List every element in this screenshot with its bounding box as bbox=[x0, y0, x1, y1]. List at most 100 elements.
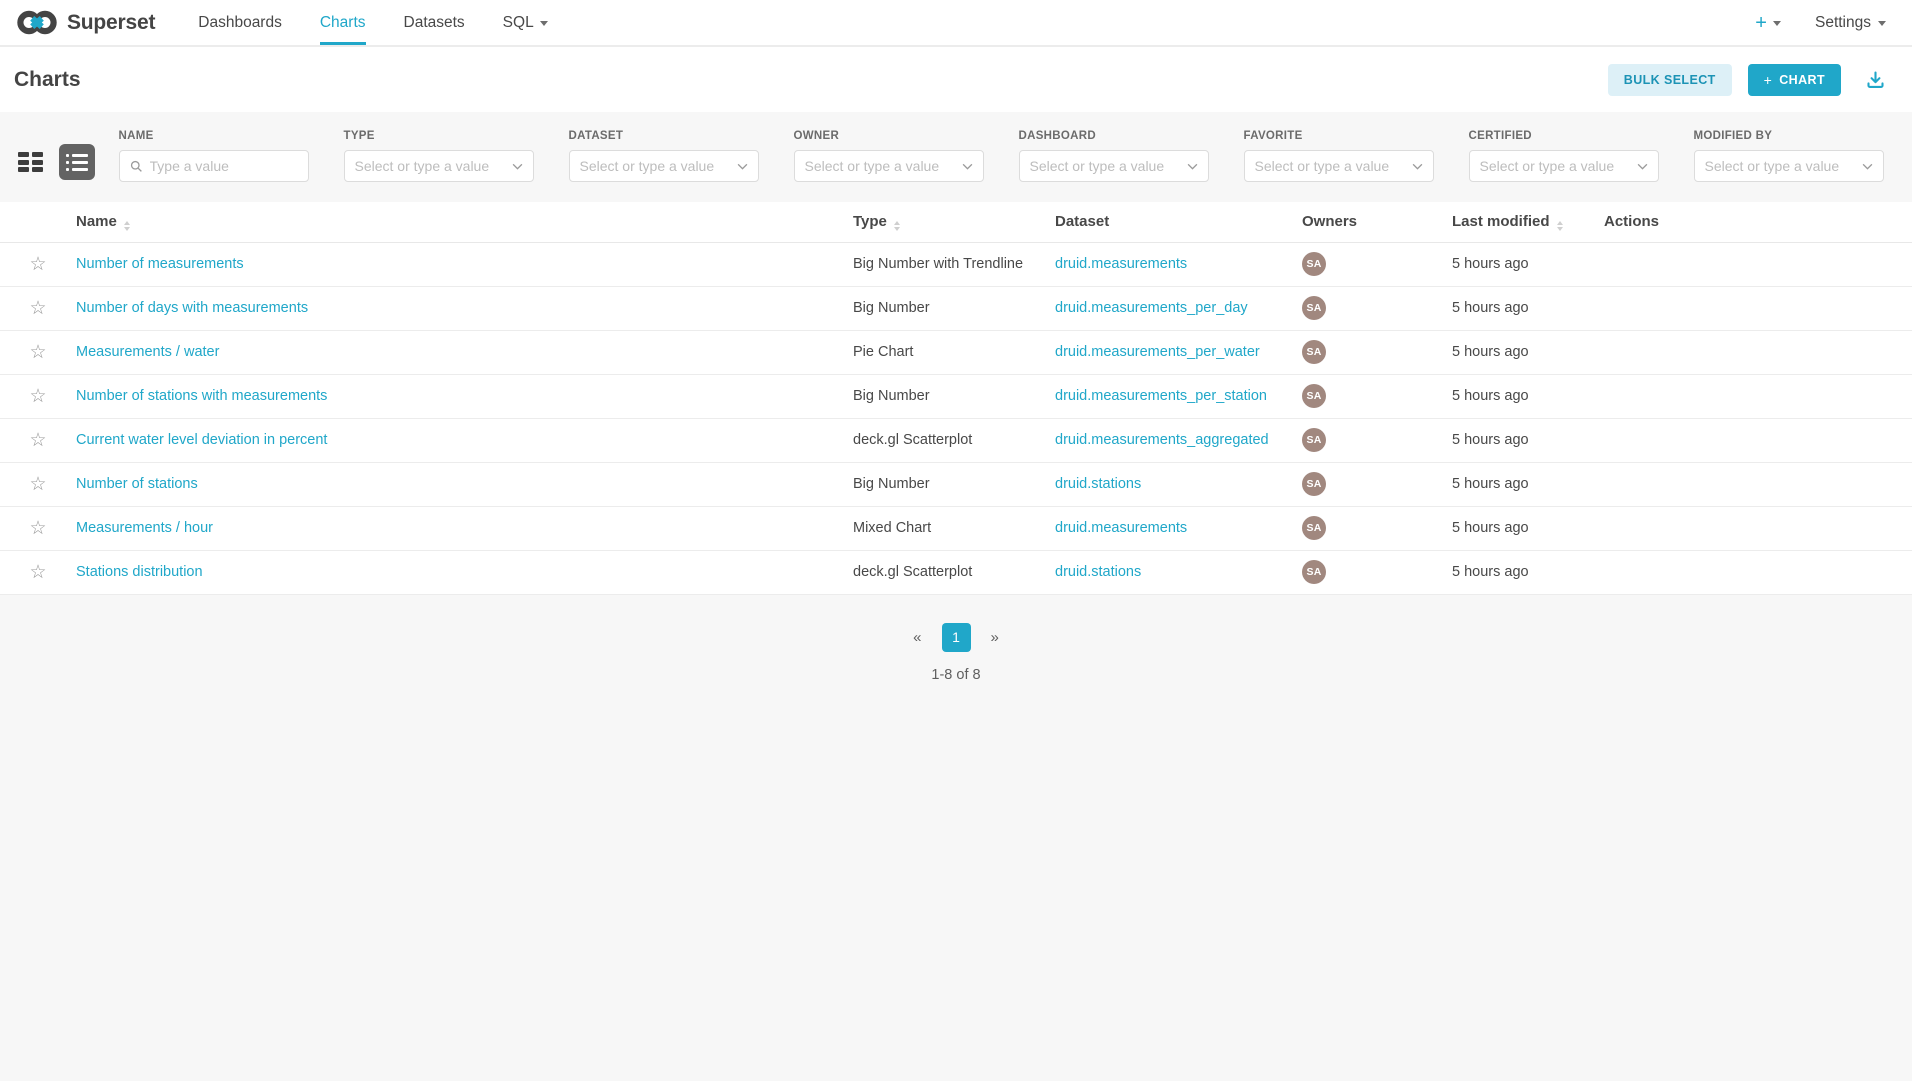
filter-bar: NAME TYPE Select or type a value DATASET bbox=[0, 112, 1912, 202]
favorite-star-icon[interactable] bbox=[29, 562, 46, 583]
nav-item-dashboards[interactable]: Dashboards bbox=[198, 0, 282, 45]
last-modified: 5 hours ago bbox=[1452, 242, 1604, 286]
page-title: Charts bbox=[14, 68, 81, 92]
name-filter-input[interactable] bbox=[150, 158, 298, 174]
favorite-star-icon[interactable] bbox=[29, 254, 46, 275]
last-modified: 5 hours ago bbox=[1452, 330, 1604, 374]
chart-type: Big Number with Trendline bbox=[853, 242, 1055, 286]
owner-filter-select[interactable]: Select or type a value bbox=[794, 150, 984, 182]
table-row: Number of measurements Big Number with T… bbox=[0, 242, 1912, 286]
sort-icon bbox=[1557, 221, 1563, 231]
table-row: Stations distribution deck.gl Scatterplo… bbox=[0, 550, 1912, 594]
chart-type: Big Number bbox=[853, 462, 1055, 506]
next-page-button[interactable]: » bbox=[991, 629, 999, 646]
chevron-down-icon bbox=[737, 163, 748, 170]
header-actions: BULK SELECT + CHART bbox=[1608, 64, 1886, 96]
navbar-right: + Settings bbox=[1755, 0, 1886, 45]
top-navbar: Superset Dashboards Charts Datasets SQL … bbox=[0, 0, 1912, 47]
row-actions bbox=[1604, 506, 1912, 550]
column-header-last-modified[interactable]: Last modified bbox=[1452, 202, 1604, 242]
nav-item-charts[interactable]: Charts bbox=[320, 0, 366, 45]
row-actions bbox=[1604, 286, 1912, 330]
last-modified: 5 hours ago bbox=[1452, 550, 1604, 594]
chart-name-link[interactable]: Measurements / hour bbox=[76, 520, 213, 536]
download-icon bbox=[1865, 69, 1886, 90]
chart-name-link[interactable]: Number of days with measurements bbox=[76, 300, 308, 316]
plus-icon: + bbox=[1764, 72, 1773, 88]
favorite-filter-select[interactable]: Select or type a value bbox=[1244, 150, 1434, 182]
chart-name-link[interactable]: Current water level deviation in percent bbox=[76, 432, 327, 448]
new-item-menu[interactable]: + bbox=[1755, 13, 1781, 33]
page-1-button[interactable]: 1 bbox=[942, 623, 971, 652]
filter-name: NAME bbox=[119, 130, 309, 182]
table-row: Number of stations Big Number druid.stat… bbox=[0, 462, 1912, 506]
owner-avatar[interactable]: SA bbox=[1302, 516, 1326, 540]
dataset-link[interactable]: druid.stations bbox=[1055, 564, 1141, 580]
favorite-star-icon[interactable] bbox=[29, 430, 46, 451]
owner-avatar[interactable]: SA bbox=[1302, 252, 1326, 276]
dataset-link[interactable]: druid.measurements_per_water bbox=[1055, 344, 1260, 360]
row-actions bbox=[1604, 550, 1912, 594]
favorite-star-icon[interactable] bbox=[29, 342, 46, 363]
last-modified: 5 hours ago bbox=[1452, 374, 1604, 418]
dataset-link[interactable]: druid.measurements_per_day bbox=[1055, 300, 1248, 316]
dataset-link[interactable]: druid.measurements_per_station bbox=[1055, 388, 1267, 404]
chart-name-link[interactable]: Measurements / water bbox=[76, 344, 219, 360]
owner-avatar[interactable]: SA bbox=[1302, 384, 1326, 408]
modified-by-filter-select[interactable]: Select or type a value bbox=[1694, 150, 1884, 182]
owner-avatar[interactable]: SA bbox=[1302, 340, 1326, 364]
dashboard-filter-select[interactable]: Select or type a value bbox=[1019, 150, 1209, 182]
favorite-star-icon[interactable] bbox=[29, 474, 46, 495]
row-actions bbox=[1604, 462, 1912, 506]
favorite-star-icon[interactable] bbox=[29, 518, 46, 539]
type-filter-select[interactable]: Select or type a value bbox=[344, 150, 534, 182]
chart-name-link[interactable]: Number of stations with measurements bbox=[76, 388, 327, 404]
bulk-select-button[interactable]: BULK SELECT bbox=[1608, 64, 1732, 96]
list-view-toggle[interactable] bbox=[59, 144, 95, 180]
settings-menu[interactable]: Settings bbox=[1815, 14, 1886, 32]
dataset-link[interactable]: druid.measurements_aggregated bbox=[1055, 432, 1269, 448]
nav-item-sql[interactable]: SQL bbox=[503, 0, 548, 45]
column-header-type[interactable]: Type bbox=[853, 202, 1055, 242]
dataset-link[interactable]: druid.measurements bbox=[1055, 256, 1187, 272]
chevron-down-icon bbox=[540, 21, 548, 26]
row-actions bbox=[1604, 242, 1912, 286]
dataset-link[interactable]: druid.measurements bbox=[1055, 520, 1187, 536]
chevron-down-icon bbox=[1412, 163, 1423, 170]
owner-avatar[interactable]: SA bbox=[1302, 428, 1326, 452]
filter-certified: CERTIFIED Select or type a value bbox=[1469, 130, 1659, 182]
last-modified: 5 hours ago bbox=[1452, 286, 1604, 330]
chevron-down-icon bbox=[512, 163, 523, 170]
chevron-down-icon bbox=[1773, 21, 1781, 26]
chart-name-link[interactable]: Number of measurements bbox=[76, 256, 244, 272]
chart-name-link[interactable]: Number of stations bbox=[76, 476, 198, 492]
chart-type: Mixed Chart bbox=[853, 506, 1055, 550]
dataset-link[interactable]: druid.stations bbox=[1055, 476, 1141, 492]
chart-type: Big Number bbox=[853, 374, 1055, 418]
owner-avatar[interactable]: SA bbox=[1302, 296, 1326, 320]
dataset-filter-select[interactable]: Select or type a value bbox=[569, 150, 759, 182]
certified-filter-select[interactable]: Select or type a value bbox=[1469, 150, 1659, 182]
owner-avatar[interactable]: SA bbox=[1302, 560, 1326, 584]
add-chart-button[interactable]: + CHART bbox=[1748, 64, 1841, 96]
favorite-star-icon[interactable] bbox=[29, 298, 46, 319]
table-row: Measurements / water Pie Chart druid.mea… bbox=[0, 330, 1912, 374]
chart-type: Big Number bbox=[853, 286, 1055, 330]
plus-icon: + bbox=[1755, 13, 1767, 33]
chevron-down-icon bbox=[962, 163, 973, 170]
chart-type: deck.gl Scatterplot bbox=[853, 550, 1055, 594]
favorite-star-icon[interactable] bbox=[29, 386, 46, 407]
card-view-toggle[interactable] bbox=[14, 148, 47, 176]
nav-item-datasets[interactable]: Datasets bbox=[404, 0, 465, 45]
column-header-name[interactable]: Name bbox=[76, 202, 853, 242]
owner-avatar[interactable]: SA bbox=[1302, 472, 1326, 496]
row-actions bbox=[1604, 330, 1912, 374]
export-button[interactable] bbox=[1865, 69, 1886, 90]
prev-page-button[interactable]: « bbox=[913, 629, 921, 646]
chart-type: Pie Chart bbox=[853, 330, 1055, 374]
chart-name-link[interactable]: Stations distribution bbox=[76, 564, 203, 580]
superset-brand[interactable]: Superset bbox=[16, 0, 155, 45]
chevron-down-icon bbox=[1862, 163, 1873, 170]
filter-dataset: DATASET Select or type a value bbox=[569, 130, 759, 182]
row-actions bbox=[1604, 418, 1912, 462]
